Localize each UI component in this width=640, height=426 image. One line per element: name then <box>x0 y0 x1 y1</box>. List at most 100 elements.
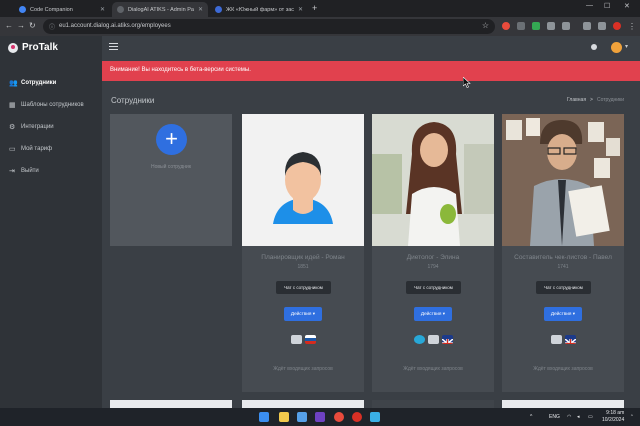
close-window-button[interactable]: ✕ <box>624 2 630 10</box>
employee-photo <box>372 114 494 246</box>
new-employee-label: Новый сотрудник <box>150 164 192 170</box>
tab-close-icon[interactable]: ✕ <box>198 6 203 13</box>
next-card-row <box>502 400 624 408</box>
tab-close-icon[interactable]: ✕ <box>100 6 105 13</box>
windows-taskbar: ^ ENG ◠ ◂ ▭ 9:18 am 10/2/2024 ◔ <box>0 408 640 426</box>
notification-bell-icon[interactable]: ◔ <box>630 413 633 419</box>
employee-name: Планировщик идей - Роман <box>261 254 345 261</box>
volume-icon[interactable]: ◂ <box>577 414 580 420</box>
actions-dropdown-button[interactable]: Действия ▾ <box>544 307 582 321</box>
chat-with-employee-button[interactable]: Чат с сотрудником <box>406 281 461 294</box>
new-tab-button[interactable]: + <box>312 3 317 13</box>
employee-name: Составитель чек-листов - Павел <box>514 254 612 261</box>
app-icon[interactable] <box>315 412 325 422</box>
site-info-icon[interactable]: ⓘ <box>49 22 55 31</box>
tab-title: ЖК «Южный фарм» от застро... <box>226 6 294 13</box>
user-avatar[interactable] <box>611 42 622 53</box>
employee-card: Диетолог - Элина 1794 Чат с сотрудником … <box>372 114 494 392</box>
sidebar-item-employees[interactable]: 👥 Сотрудники <box>0 74 102 92</box>
employee-id: 1794 <box>427 264 439 270</box>
dietitian-photo-icon <box>372 114 494 246</box>
new-employee-card[interactable]: + Новый сотрудник <box>110 114 232 246</box>
beta-alert: Внимание! Вы находитесь в бета-версии си… <box>102 61 640 81</box>
extension-icon[interactable] <box>547 22 555 30</box>
forward-icon[interactable]: → <box>17 21 25 30</box>
extension-icon[interactable] <box>532 22 540 30</box>
russian-flag-icon <box>304 335 316 344</box>
menu-kebab-icon[interactable]: ⋮ <box>628 22 636 31</box>
address-bar[interactable]: ⓘ eu1.account.dialog.ai.atiks.org/employ… <box>43 19 495 34</box>
file-explorer-icon[interactable] <box>279 412 289 422</box>
employee-avatar-placeholder <box>242 114 364 246</box>
profile-icon[interactable] <box>613 22 621 30</box>
badges <box>502 335 624 344</box>
breadcrumb-home[interactable]: Главная <box>567 97 586 103</box>
uk-flag-icon <box>564 335 576 344</box>
wifi-icon[interactable]: ◠ <box>567 414 571 420</box>
chat-bot-icon <box>413 335 425 344</box>
actions-dropdown-button[interactable]: Действия ▾ <box>414 307 452 321</box>
breadcrumb-separator: > <box>590 97 593 103</box>
chat-with-employee-button[interactable]: Чат с сотрудником <box>276 281 331 294</box>
system-clock[interactable]: 9:18 am 10/2/2024 <box>602 410 624 424</box>
app-icon[interactable] <box>370 412 380 422</box>
browser-tab-code-companion[interactable]: Code Companion ✕ <box>14 2 110 17</box>
start-icon[interactable] <box>259 412 269 422</box>
battery-icon[interactable]: ▭ <box>588 414 593 420</box>
tray-chevron-icon[interactable]: ^ <box>530 414 532 420</box>
sidebar-item-label: Мой тариф <box>21 146 53 152</box>
reload-icon[interactable]: ↻ <box>29 21 36 30</box>
browser-tab-bar: Code Companion ✕ DialogAI ATIKS - Admin … <box>0 0 640 17</box>
brand-name: ProTalk <box>22 42 58 53</box>
chat-with-employee-button[interactable]: Чат с сотрудником <box>536 281 591 294</box>
extensions-puzzle-icon[interactable] <box>562 22 570 30</box>
checklist-maker-photo-icon <box>502 114 624 246</box>
app-logo[interactable]: ProTalk <box>8 42 58 53</box>
uk-flag-icon <box>441 335 453 344</box>
tariff-icon: ▭ <box>9 145 16 153</box>
beta-alert-text: Внимание! Вы находитесь в бета-версии си… <box>110 67 251 73</box>
integrations-icon: ⚙ <box>9 123 16 131</box>
sidebar-item-integrations[interactable]: ⚙ Интеграции <box>0 118 102 136</box>
theme-toggle-icon[interactable] <box>591 44 597 50</box>
maximize-button[interactable]: ☐ <box>604 2 610 10</box>
next-card-row <box>110 400 232 408</box>
sidepanel-icon[interactable] <box>598 22 606 30</box>
chevron-down-icon[interactable]: ▾ <box>625 43 628 50</box>
logout-icon: ⇥ <box>9 167 15 175</box>
next-card-row <box>372 400 494 408</box>
protalk-logo-icon <box>8 42 18 53</box>
clock-date: 10/2/2024 <box>602 417 625 423</box>
browser-tab-south-farm[interactable]: ЖК «Южный фарм» от застро... ✕ <box>210 2 308 17</box>
sidebar-item-templates[interactable]: ▦ Шаблоны сотрудников <box>0 96 102 114</box>
tab-title: Code Companion <box>30 6 73 13</box>
app-icon[interactable] <box>297 412 307 422</box>
sidebar-item-label: Интеграции <box>21 124 54 130</box>
browser-tab-admin-panel[interactable]: DialogAI ATIKS - Admin Panel ✕ <box>112 2 208 17</box>
actions-dropdown-button[interactable]: Действия ▾ <box>284 307 322 321</box>
sidebar-item-tariff[interactable]: ▭ Мой тариф <box>0 140 102 158</box>
sidebar-item-label: Сотрудники <box>21 80 57 86</box>
bookmark-star-icon[interactable]: ☆ <box>482 21 489 30</box>
tab-close-icon[interactable]: ✕ <box>298 6 303 13</box>
add-employee-button[interactable]: + <box>156 124 187 155</box>
app-topbar <box>102 36 640 61</box>
back-icon[interactable]: ← <box>5 21 13 30</box>
sidebar-item-logout[interactable]: ⇥ Выйти <box>0 162 102 180</box>
app-icon[interactable] <box>352 412 362 422</box>
tab-favicon-icon <box>215 6 222 13</box>
language-indicator[interactable]: ENG <box>549 414 560 420</box>
extension-icon[interactable] <box>517 22 525 30</box>
address-url[interactable]: eu1.account.dialog.ai.atiks.org/employee… <box>59 23 171 29</box>
hamburger-menu-icon[interactable] <box>109 43 118 51</box>
sidebar-item-label: Шаблоны сотрудников <box>21 102 84 108</box>
default-person-icon <box>273 152 333 224</box>
download-icon[interactable] <box>583 22 591 30</box>
person-icon <box>427 335 439 344</box>
extension-icon[interactable] <box>502 22 510 30</box>
employee-card: Составитель чек-листов - Павел 1741 Чат … <box>502 114 624 392</box>
chrome-icon[interactable] <box>334 412 344 422</box>
minimize-button[interactable]: — <box>586 2 593 9</box>
person-icon <box>290 335 302 344</box>
badges <box>372 335 494 344</box>
